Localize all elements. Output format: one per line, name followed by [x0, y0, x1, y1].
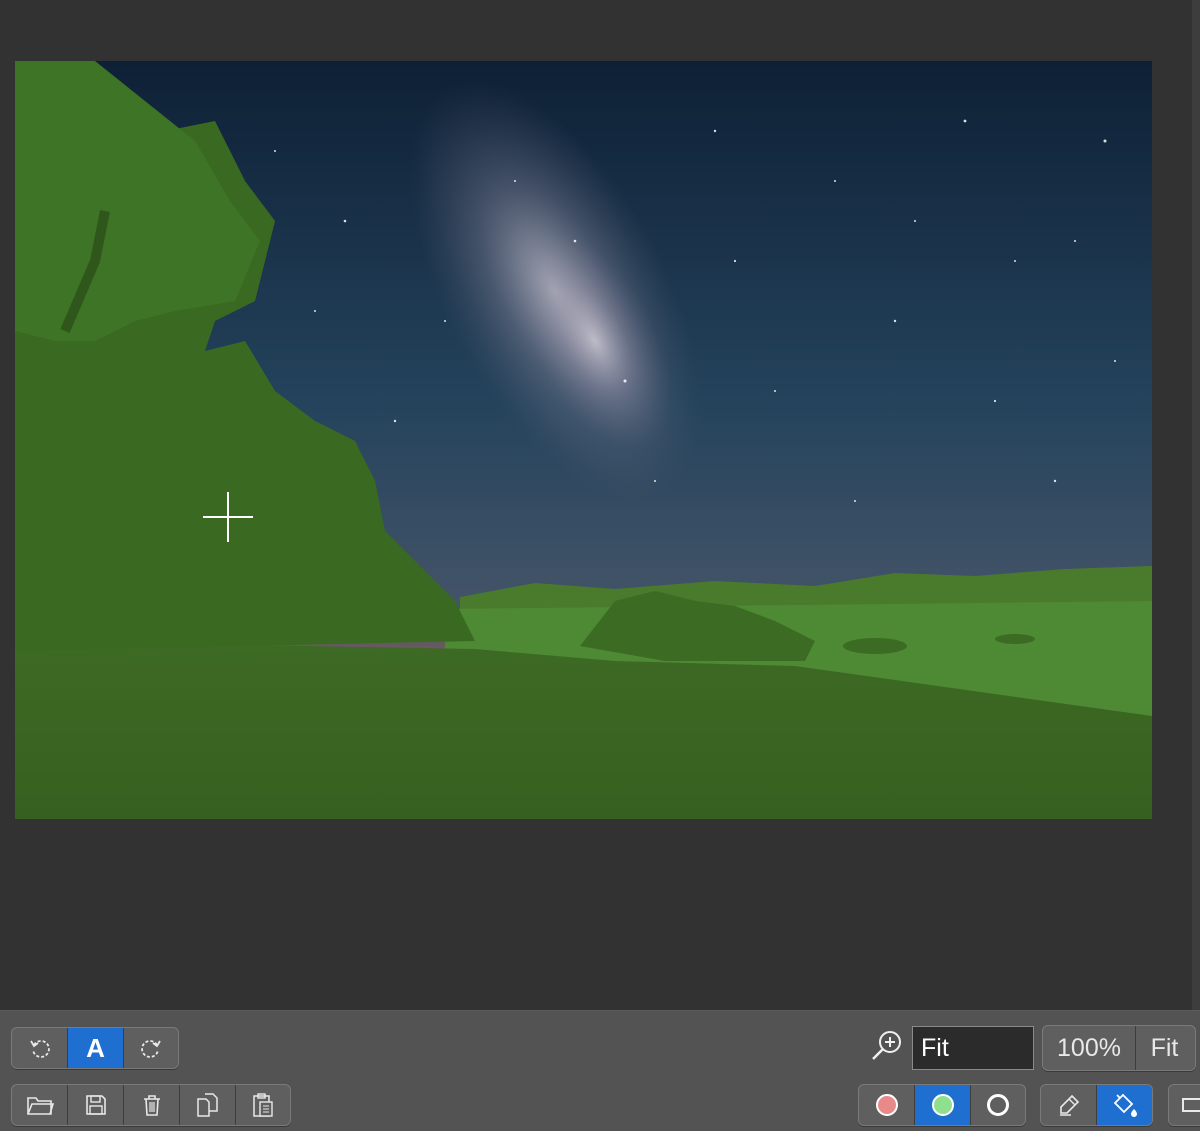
paint-bucket-icon: [1113, 1093, 1137, 1117]
zoom-in-icon[interactable]: [869, 1028, 905, 1064]
file-actions-group: [11, 1084, 291, 1126]
copy-icon: [196, 1093, 218, 1117]
green-circle-icon: [931, 1094, 954, 1116]
delete-button[interactable]: [124, 1085, 180, 1125]
foreground-mask-button[interactable]: [915, 1085, 971, 1125]
save-button[interactable]: [68, 1085, 124, 1125]
rectangle-icon: [1182, 1098, 1200, 1112]
zoom-fit-button[interactable]: Fit: [1136, 1026, 1193, 1070]
tool-group: [1040, 1084, 1153, 1126]
night-sky-photo: [15, 61, 1152, 819]
rotate-left-button[interactable]: [12, 1028, 68, 1068]
image-canvas[interactable]: [15, 61, 1152, 819]
rotate-right-button[interactable]: [124, 1028, 178, 1068]
mask-color-group: [858, 1084, 1026, 1126]
canvas-area[interactable]: [0, 0, 1200, 1010]
rotate-cw-icon: [141, 1040, 161, 1058]
zoom-100-button[interactable]: 100%: [1043, 1026, 1136, 1070]
rotate-auto-group: A: [11, 1027, 179, 1069]
crosshair-cursor: [203, 492, 253, 542]
zoom-preset-group: 100% Fit: [1042, 1025, 1196, 1071]
background-mask-button[interactable]: [859, 1085, 915, 1125]
white-circle-icon: [987, 1094, 1009, 1116]
rectangle-tool-button[interactable]: [1168, 1084, 1200, 1126]
paste-button[interactable]: [236, 1085, 290, 1125]
unknown-mask-button[interactable]: [971, 1085, 1025, 1125]
rotate-ccw-icon: [29, 1040, 50, 1058]
paste-icon: [253, 1093, 273, 1117]
copy-button[interactable]: [180, 1085, 236, 1125]
save-icon: [85, 1095, 106, 1115]
pen-icon: [1059, 1094, 1079, 1116]
red-circle-icon: [875, 1094, 898, 1116]
trash-icon: [143, 1095, 160, 1116]
fill-tool-button[interactable]: [1097, 1085, 1152, 1125]
canvas-scrollbar[interactable]: [1192, 0, 1200, 1010]
auto-button[interactable]: A: [68, 1028, 124, 1068]
brush-tool-button[interactable]: [1041, 1085, 1097, 1125]
folder-icon: [26, 1097, 54, 1115]
zoom-input[interactable]: Fit: [912, 1026, 1034, 1070]
open-button[interactable]: [12, 1085, 68, 1125]
